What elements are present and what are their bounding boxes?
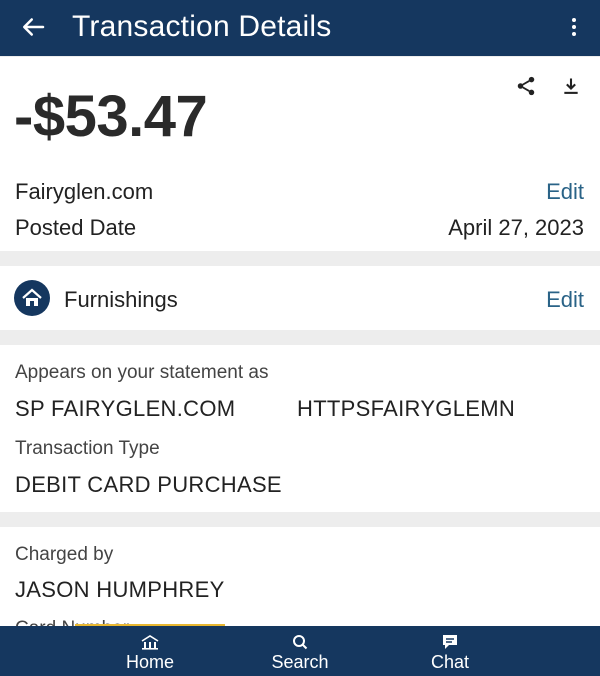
arrow-left-icon[interactable] [18,12,48,42]
edit-merchant-link[interactable]: Edit [546,179,584,205]
bottom-navigation: Home Search Chat [0,626,600,676]
nav-home-label: Home [125,652,174,672]
edit-category-link[interactable]: Edit [546,287,584,313]
nav-search[interactable]: Search [240,626,360,676]
app-header: Transaction Details [0,0,600,56]
nav-chat-label: Chat [430,652,470,672]
summary-card: -$53.47 Fairyglen.com Edit Posted Date A… [0,57,600,251]
download-icon[interactable] [561,75,581,97]
transaction-type-label: Transaction Type [15,438,160,459]
merchant-name: Fairyglen.com [15,179,154,204]
page-title: Transaction Details [72,10,332,43]
home-furnishings-icon [14,280,50,316]
statement-descriptor: SP FAIRYGLEN.COM [15,396,236,421]
nav-home[interactable]: Home [90,626,210,676]
nav-chat[interactable]: Chat [390,626,510,676]
transaction-amount: -$53.47 [14,84,208,149]
statement-descriptor-url: HTTPSFAIRYGLEMN [297,396,516,421]
charged-by-label: Charged by [15,544,114,565]
category-card: Furnishings Edit [0,266,600,330]
statement-card: Appears on your statement as SP FAIRYGLE… [0,345,600,512]
charged-by-value: JASON HUMPHREY [15,577,225,602]
statement-label: Appears on your statement as [15,362,269,383]
share-icon[interactable] [515,75,537,97]
charged-card: Charged by JASON HUMPHREY Card Number [0,527,600,626]
more-vertical-icon[interactable] [564,12,584,42]
bank-home-icon [141,635,159,650]
posted-date-label: Posted Date [15,215,137,240]
transaction-type-value: DEBIT CARD PURCHASE [15,472,282,497]
category-label: Furnishings [64,287,178,312]
posted-date-value: April 27, 2023 [448,215,584,240]
search-icon [293,635,308,650]
nav-search-label: Search [271,652,329,672]
chat-icon [443,635,457,649]
